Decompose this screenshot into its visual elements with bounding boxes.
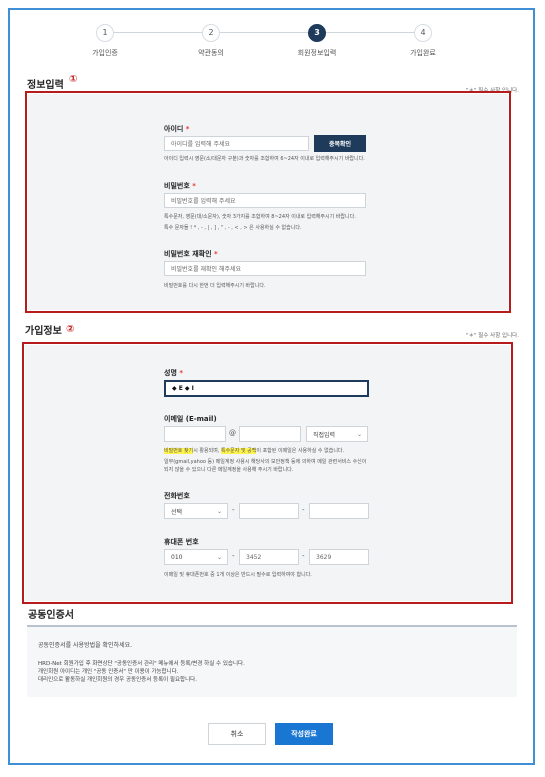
step-2-number: 2 (202, 24, 220, 42)
step-1-label: 가입인증 (92, 49, 118, 57)
password-input[interactable]: 비밀번호를 입력해 주세요 (164, 193, 366, 208)
certificate-title: 공동인증서 (28, 610, 74, 621)
page: 1 가입인증 2 약관동의 3 회원정보입력 4 가입완료 정보입력 ① "＊"… (0, 0, 545, 777)
mobile-middle-input[interactable]: 3452 (239, 549, 299, 565)
certificate-line-3: 개인회원 아이디는 개인 "공동 인증서" 만 이용이 가능합니다. (38, 669, 179, 675)
certificate-line-1: 공동인증서를 사용방법을 확인하세요. (38, 642, 133, 649)
name-input[interactable]: ◆ E ◆ I (164, 380, 369, 397)
name-label: 성명 * (164, 369, 183, 377)
required-asterisk: * (192, 182, 196, 190)
step-3-number: 3 (308, 24, 326, 42)
password-confirm-label: 비밀번호 재확인 * (164, 250, 218, 258)
phone-area-select[interactable]: 선택 ⌄ (164, 503, 228, 519)
email-help-1: 비밀번호 찾기시 활용되며, 특수문자 및 공백이 포함된 이메일은 사용하실 … (164, 448, 345, 454)
phone-middle-input[interactable] (239, 503, 299, 519)
email-help-3: 되지 않을 수 있으니 다른 메일계정을 사용해 주시기 바랍니다. (164, 467, 294, 473)
chevron-down-icon: ⌄ (216, 553, 222, 561)
contact-help: 이메일 및 휴대폰번호 중 1개 이상은 반드시 필수로 입력하여야 합니다. (164, 572, 312, 578)
email-id-input[interactable] (164, 426, 226, 442)
duplicate-check-button[interactable]: 중복확인 (314, 135, 366, 152)
annotation-badge-2: ② (66, 324, 75, 335)
section-info-title: 정보입력 (27, 80, 64, 91)
annotation-badge-1: ① (69, 74, 78, 85)
mobile-dash-2: - (302, 552, 305, 560)
password-confirm-help: 비밀번호를 다시 한번 더 입력해주시기 바랍니다. (164, 283, 266, 289)
password-label: 비밀번호 * (164, 182, 196, 190)
password-help-2: 특수 문자들 ! * , - , | , ] , " , - , < , > 은… (164, 225, 302, 231)
mobile-label: 휴대폰 번호 (164, 538, 199, 546)
email-at-sign: @ (229, 429, 236, 437)
email-help-2: 일부(gmail,yahoo 등) 메일계정 사용시 해당사의 보안정책 등에 … (164, 459, 367, 465)
email-domain-select[interactable]: 직접입력 ⌄ (306, 426, 368, 442)
step-4-number: 4 (414, 24, 432, 42)
cancel-button[interactable]: 취소 (208, 723, 266, 745)
step-4: 4 가입완료 (378, 24, 468, 58)
required-note-2: "＊" 필수 사항 입니다. (466, 333, 519, 339)
highlight-special-chars: 특수문자 및 공백 (220, 448, 257, 454)
required-asterisk: * (179, 369, 183, 377)
step-3-label: 회원정보입력 (297, 49, 337, 57)
id-label: 아이디 * (164, 125, 190, 133)
section-signup-title: 가입정보 (25, 326, 62, 337)
certificate-line-4: 대리인으로 활동하실 개인회원의 경우 공동인증서 등록이 필요합니다. (38, 677, 197, 683)
step-4-label: 가입완료 (410, 49, 436, 57)
phone-last-input[interactable] (309, 503, 369, 519)
phone-dash-1: - (232, 506, 235, 514)
steps-line (104, 32, 425, 33)
step-2: 2 약관동의 (166, 24, 256, 58)
submit-button[interactable]: 작성완료 (275, 723, 333, 745)
mobile-dash-1: - (232, 552, 235, 560)
signup-steps: 1 가입인증 2 약관동의 3 회원정보입력 4 가입완료 (60, 24, 480, 58)
mobile-prefix-value: 010 (171, 553, 183, 561)
mobile-last-input[interactable]: 3629 (309, 549, 369, 565)
step-1: 1 가입인증 (60, 24, 150, 58)
step-3: 3 회원정보입력 (272, 24, 362, 58)
password-help-1: 특수문자, 영문(대/소문자), 숫자 3가지를 조합하여 8~24자 이내로 … (164, 214, 356, 220)
highlight-find-password: 비밀번호 찾기 (164, 448, 194, 454)
step-2-label: 약관동의 (198, 49, 224, 57)
chevron-down-icon: ⌄ (356, 430, 362, 438)
required-asterisk: * (213, 250, 218, 258)
password-confirm-input[interactable]: 비밀번호를 재확인 해주세요 (164, 261, 366, 276)
id-input[interactable]: 아이디를 입력해 주세요 (164, 136, 309, 151)
step-1-number: 1 (96, 24, 114, 42)
phone-dash-2: - (302, 506, 305, 514)
required-asterisk: * (185, 125, 190, 133)
id-help-text: 아이디 입력시 영문(소/대문자 구분)과 숫자를 조합하여 6~24자 이내로… (164, 156, 365, 162)
phone-label: 전화번호 (164, 492, 190, 500)
email-domain-input[interactable] (239, 426, 301, 442)
phone-area-select-value: 선택 (171, 508, 183, 516)
mobile-prefix-select[interactable]: 010 ⌄ (164, 549, 228, 565)
email-label: 이메일 (E-mail) (164, 415, 217, 423)
email-domain-select-value: 직접입력 (313, 431, 336, 439)
chevron-down-icon: ⌄ (216, 507, 222, 515)
certificate-line-2: HRD-Net 회원가입 후 화면상단 "공동인증서 관리" 메뉴에서 등록/변… (38, 661, 245, 667)
